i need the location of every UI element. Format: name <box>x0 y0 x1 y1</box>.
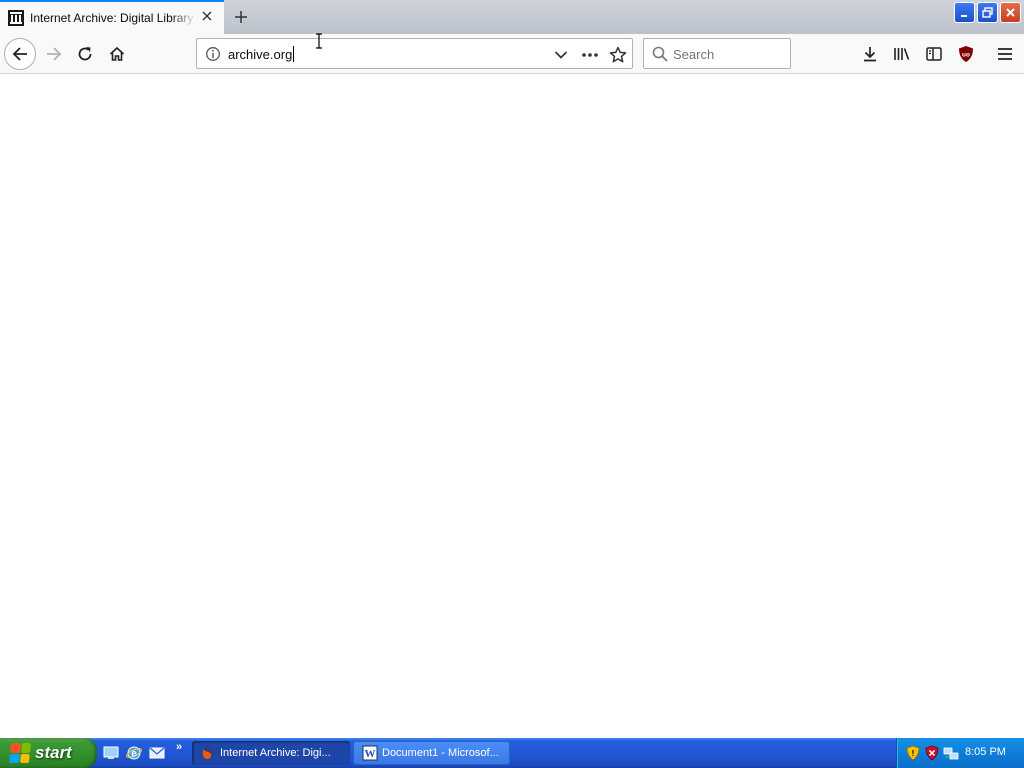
home-button[interactable] <box>101 38 133 70</box>
start-button[interactable]: start <box>0 738 97 768</box>
word-icon: W <box>362 745 378 761</box>
close-window-button[interactable] <box>1000 2 1021 23</box>
security-alert-icon[interactable] <box>924 745 940 761</box>
windows-logo-icon <box>8 743 32 763</box>
forward-button[interactable] <box>38 38 70 70</box>
more-actions-icon[interactable] <box>581 46 599 64</box>
window-controls <box>954 2 1021 23</box>
back-button[interactable] <box>4 38 36 70</box>
navigation-toolbar: uo <box>0 34 1024 74</box>
taskbar-item-word[interactable]: W Document1 - Microsof... <box>353 741 510 765</box>
ublock-origin-icon[interactable]: uo <box>954 42 978 66</box>
url-input[interactable] <box>228 45 528 63</box>
search-bar[interactable] <box>643 38 791 69</box>
download-icon[interactable] <box>858 42 882 66</box>
svg-text:e: e <box>131 749 137 760</box>
text-caret <box>293 46 294 62</box>
new-tab-button[interactable] <box>228 4 254 30</box>
chevron-down-icon[interactable] <box>552 46 570 64</box>
sidebar-icon[interactable] <box>922 42 946 66</box>
taskbar-item-label: Document1 - Microsof... <box>382 747 499 759</box>
taskbar-item-firefox[interactable]: Internet Archive: Digi... <box>192 741 350 765</box>
internet-explorer-icon[interactable]: e <box>125 744 143 762</box>
tab-strip: Internet Archive: Digital Library of Fre… <box>0 0 1024 34</box>
star-icon[interactable] <box>609 46 627 64</box>
svg-text:W: W <box>365 748 376 760</box>
restore-button[interactable] <box>977 2 998 23</box>
search-input[interactable] <box>673 45 783 63</box>
outlook-express-icon[interactable] <box>148 744 166 762</box>
svg-text:uo: uo <box>962 52 970 59</box>
clock: 8:05 PM <box>965 746 1006 758</box>
quick-launch-more-icon[interactable]: » <box>176 741 182 753</box>
address-bar[interactable] <box>196 38 633 69</box>
library-icon[interactable] <box>890 42 914 66</box>
security-shield-icon[interactable]: ! <box>905 745 921 761</box>
reload-button[interactable] <box>69 38 101 70</box>
start-label: start <box>35 743 72 762</box>
taskbar: start e » Internet Archive: Digi... W Do… <box>0 738 1024 768</box>
tab-title: Internet Archive: Digital Library of Fre… <box>30 11 196 25</box>
page-content <box>0 75 1024 738</box>
text-cursor-icon <box>314 33 324 49</box>
minimize-button[interactable] <box>954 2 975 23</box>
taskbar-item-label: Internet Archive: Digi... <box>220 747 331 759</box>
hamburger-menu-icon[interactable] <box>993 42 1017 66</box>
info-icon[interactable] <box>205 46 221 62</box>
search-icon <box>652 46 668 62</box>
show-desktop-icon[interactable] <box>102 744 120 762</box>
network-icon[interactable] <box>943 745 959 761</box>
internet-archive-icon <box>8 10 24 26</box>
close-tab-icon[interactable] <box>198 7 216 25</box>
svg-text:!: ! <box>912 749 915 758</box>
firefox-icon <box>200 745 216 761</box>
browser-tab[interactable]: Internet Archive: Digital Library of Fre… <box>0 0 224 34</box>
